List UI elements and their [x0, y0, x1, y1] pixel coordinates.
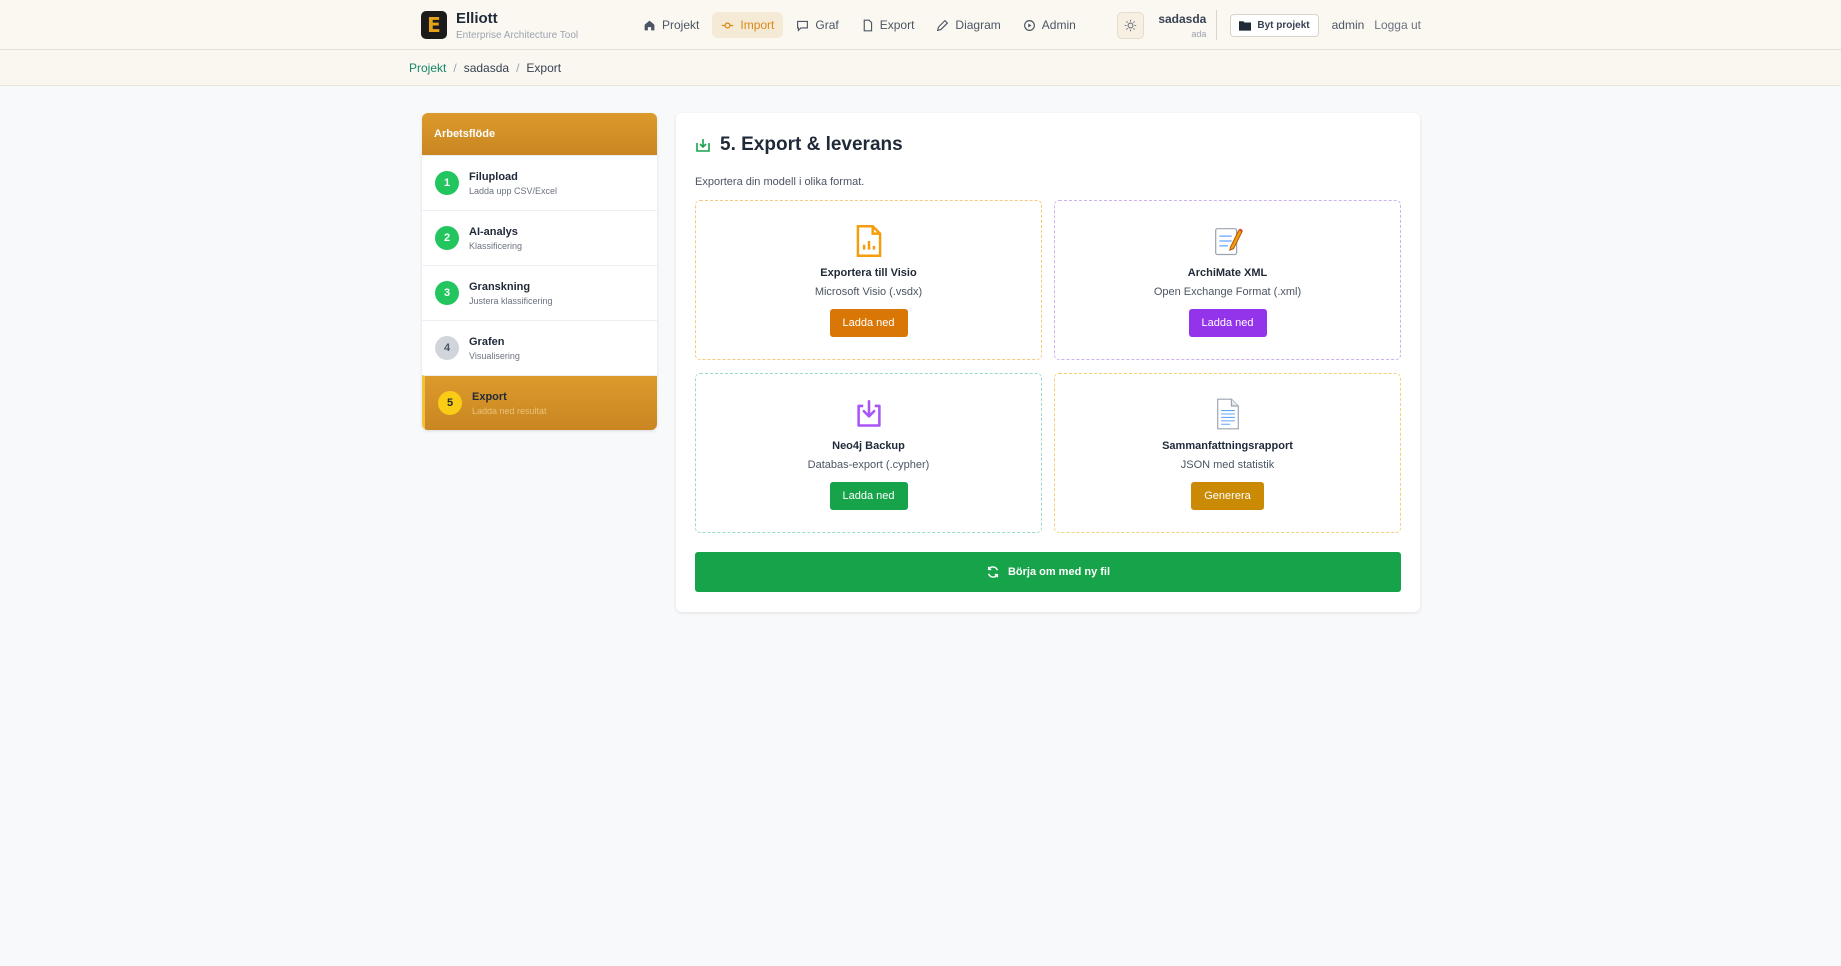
git-commit-icon — [722, 21, 734, 29]
step-number: 3 — [435, 281, 459, 305]
workflow-step-ai-analys[interactable]: 2 AI-analys Klassificering — [422, 210, 657, 265]
breadcrumb-current: Export — [526, 61, 562, 75]
breadcrumb-separator: / — [453, 61, 457, 75]
export-card-subtitle: Open Exchange Format (.xml) — [1153, 285, 1302, 298]
current-project-sub: ada — [1191, 28, 1207, 39]
page-icon — [1211, 397, 1245, 431]
step-number: 4 — [435, 336, 459, 360]
download-neo4j-button[interactable]: Ladda ned — [829, 481, 908, 510]
nav-diagram[interactable]: Diagram — [927, 12, 1009, 38]
nav-projekt-label: Projekt — [662, 18, 700, 32]
step-number: 5 — [438, 391, 462, 415]
switch-project-button[interactable]: Byt projekt — [1230, 13, 1319, 37]
download-tray-icon — [852, 397, 886, 431]
step-title: Grafen — [469, 335, 505, 348]
header-divider — [1216, 10, 1218, 40]
export-card-subtitle: Microsoft Visio (.vsdx) — [814, 285, 923, 298]
brand-logo-icon: E — [421, 11, 447, 39]
play-circle-icon — [1023, 19, 1035, 31]
export-options: Exportera till Visio Microsoft Visio (.v… — [695, 200, 1401, 533]
nav-export[interactable]: Export — [852, 12, 924, 38]
download-visio-button[interactable]: Ladda ned — [829, 308, 908, 337]
logout-link[interactable]: Logga ut — [1374, 18, 1421, 32]
nav-graf-label: Graf — [815, 18, 839, 32]
workflow-sidebar: Arbetsflöde 1 Filupload Ladda upp CSV/Ex… — [422, 113, 657, 430]
workflow-step-filupload[interactable]: 1 Filupload Ladda upp CSV/Excel — [422, 155, 657, 210]
export-card-archimate: ArchiMate XML Open Exchange Format (.xml… — [1054, 200, 1401, 360]
brand-subtitle: Enterprise Architecture Tool — [456, 29, 579, 41]
workflow-step-export[interactable]: 5 Export Ladda ned resultat — [422, 375, 657, 430]
export-card-report: Sammanfattningsrapport JSON med statisti… — [1054, 373, 1401, 533]
home-icon — [644, 20, 655, 30]
page-description: Exportera din modell i olika format. — [695, 176, 865, 188]
step-subtitle: Visualisering — [469, 350, 520, 361]
export-card-title: ArchiMate XML — [1187, 266, 1268, 279]
export-card-visio: Exportera till Visio Microsoft Visio (.v… — [695, 200, 1042, 360]
export-card-subtitle: Databas-export (.cypher) — [807, 458, 930, 471]
breadcrumb-projekt[interactable]: Projekt — [409, 61, 446, 75]
step-title: Export — [472, 390, 507, 403]
breadcrumb: Projekt / sadasda / Export — [409, 61, 561, 75]
nav-admin[interactable]: Admin — [1014, 12, 1085, 38]
step-title: Granskning — [469, 280, 531, 293]
switch-project-label: Byt projekt — [1257, 19, 1310, 31]
main-nav: Projekt Import Graf Export Diagram Admin — [634, 12, 1085, 38]
folder-icon — [1239, 20, 1252, 31]
breadcrumb-separator: / — [516, 61, 520, 75]
nav-import[interactable]: Import — [712, 12, 784, 38]
export-card-title: Exportera till Visio — [820, 266, 917, 279]
restart-new-file-button[interactable]: Börja om med ny fil — [695, 552, 1401, 592]
generate-report-button[interactable]: Generera — [1191, 481, 1264, 510]
breadcrumb-project: sadasda — [463, 61, 510, 75]
export-card-neo4j: Neo4j Backup Databas-export (.cypher) La… — [695, 373, 1042, 533]
page-title: 5. Export & leverans — [695, 134, 1401, 156]
nav-graf[interactable]: Graf — [787, 12, 847, 38]
download-archimate-button[interactable]: Ladda ned — [1188, 308, 1267, 337]
step-number: 1 — [435, 171, 459, 195]
theme-toggle-button[interactable] — [1117, 11, 1145, 39]
refresh-icon — [987, 566, 999, 578]
sidebar-title: Arbetsflöde — [422, 113, 657, 155]
nav-diagram-label: Diagram — [955, 18, 1001, 32]
current-project: sadasda ada — [1158, 12, 1206, 39]
breadcrumb-bar: Projekt / sadasda / Export — [0, 50, 1841, 86]
export-card-subtitle: JSON med statistik — [1180, 458, 1275, 471]
page-title-text: 5. Export & leverans — [720, 134, 903, 155]
user-name: admin — [1331, 18, 1365, 32]
top-navigation-bar: E Elliott Enterprise Architecture Tool P… — [0, 0, 1841, 50]
sun-icon — [1125, 19, 1137, 31]
download-icon — [696, 139, 710, 152]
export-panel: 5. Export & leverans Exportera din model… — [676, 113, 1420, 612]
pencil-icon — [937, 19, 949, 31]
nav-export-label: Export — [879, 18, 915, 32]
document-chart-icon — [852, 224, 886, 258]
restart-label: Börja om med ny fil — [1007, 566, 1111, 578]
step-number: 2 — [435, 226, 459, 250]
step-subtitle: Justera klassificering — [469, 295, 553, 306]
step-subtitle: Ladda upp CSV/Excel — [469, 185, 558, 196]
chat-icon — [797, 20, 809, 32]
step-title: Filupload — [469, 170, 518, 183]
nav-import-label: Import — [740, 18, 775, 32]
step-subtitle: Ladda ned resultat — [472, 405, 547, 416]
workflow-step-granskning[interactable]: 3 Granskning Justera klassificering — [422, 265, 657, 320]
brand-title: Elliott — [456, 9, 498, 27]
export-card-title: Sammanfattningsrapport — [1162, 439, 1293, 452]
brand[interactable]: E Elliott Enterprise Architecture Tool — [421, 10, 634, 41]
export-card-title: Neo4j Backup — [832, 439, 905, 452]
nav-projekt[interactable]: Projekt — [634, 12, 708, 38]
current-project-name: sadasda — [1158, 11, 1207, 26]
workflow-step-grafen[interactable]: 4 Grafen Visualisering — [422, 320, 657, 375]
nav-admin-label: Admin — [1041, 18, 1076, 32]
memo-icon — [1211, 224, 1245, 258]
step-subtitle: Klassificering — [469, 240, 523, 251]
file-icon — [863, 19, 872, 31]
step-title: AI-analys — [469, 225, 518, 238]
